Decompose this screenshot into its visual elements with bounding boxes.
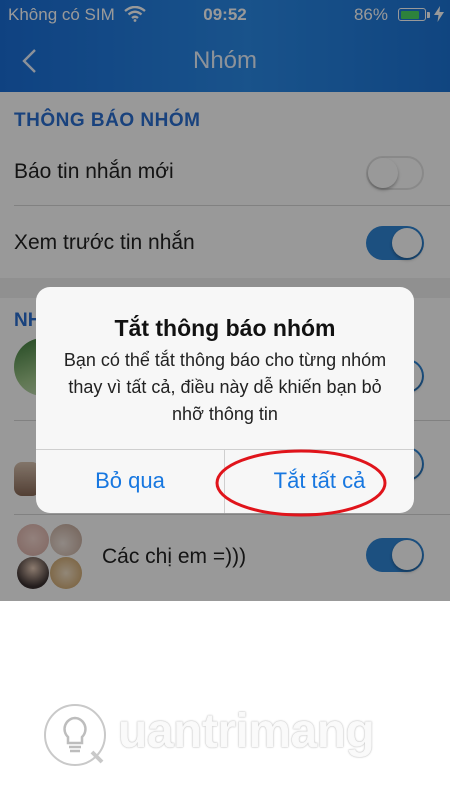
dialog-title: Tắt thông báo nhóm: [114, 315, 336, 341]
watermark-text: uantrimang: [118, 705, 375, 758]
cancel-button[interactable]: Bỏ qua: [36, 449, 224, 513]
watermark: uantrimang: [0, 690, 450, 780]
lightbulb-logo-icon: [44, 704, 106, 766]
screen: Không có SIM 09:52 86% Nhóm THÔNG BÁO NH…: [0, 0, 450, 799]
dialog-message: Bạn có thể tắt thông báo cho từng nhóm t…: [63, 350, 387, 424]
red-circle-annotation: [215, 449, 387, 517]
